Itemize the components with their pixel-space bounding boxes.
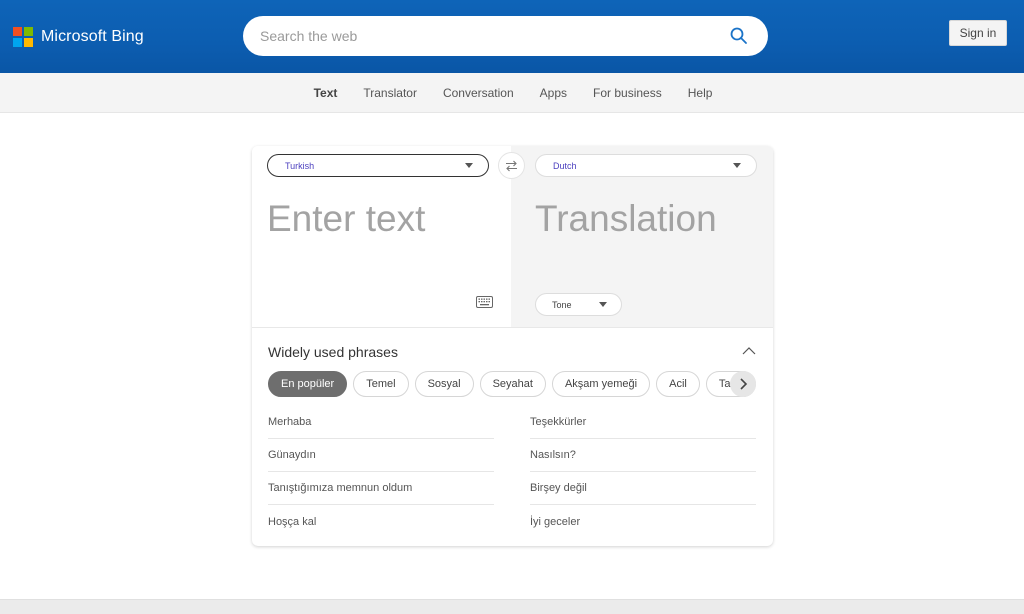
source-text-input[interactable] xyxy=(267,198,502,248)
category-chip[interactable]: Acil xyxy=(656,371,700,397)
bing-logo[interactable]: Microsoft Bing xyxy=(13,27,144,47)
phrase-item[interactable]: Teşekkürler xyxy=(530,406,756,439)
phrases-title: Widely used phrases xyxy=(268,344,398,360)
logo-square-green xyxy=(24,27,33,36)
logo-square-blue xyxy=(13,38,22,47)
nav-tab-translator[interactable]: Translator xyxy=(363,86,417,100)
swap-languages-button[interactable] xyxy=(498,152,525,179)
chevron-down-icon xyxy=(733,163,741,168)
page-footer xyxy=(0,599,1024,614)
translation-output: Translation xyxy=(535,198,717,239)
category-chip[interactable]: En popüler xyxy=(268,371,348,397)
top-header: Microsoft Bing Sign in xyxy=(0,0,1024,73)
nav-tab-for-business[interactable]: For business xyxy=(593,86,662,100)
nav-tab-text[interactable]: Text xyxy=(314,86,338,100)
phrase-item[interactable]: Tanıştığımıza memnun oldum xyxy=(268,472,494,505)
phrase-item[interactable]: Merhaba xyxy=(268,406,494,439)
sign-in-button[interactable]: Sign in xyxy=(949,20,1007,46)
search-icon[interactable] xyxy=(729,26,749,46)
nav-tab-apps[interactable]: Apps xyxy=(540,86,567,100)
chevron-right-icon xyxy=(740,378,748,390)
tone-label: Tone xyxy=(552,299,572,310)
category-chip[interactable]: Sosyal xyxy=(414,371,474,397)
translator-card: Turkish Dutch Translation Tone xyxy=(252,146,773,546)
phrase-categories: En popüler Temel Sosyal Seyahat Akşam ye… xyxy=(268,371,757,397)
search-box xyxy=(243,16,768,56)
microsoft-logo-icon xyxy=(13,27,33,47)
phrase-item[interactable]: İyi geceler xyxy=(530,505,756,538)
chevron-up-icon[interactable] xyxy=(741,345,757,357)
section-divider xyxy=(252,327,773,328)
logo-square-yellow xyxy=(24,38,33,47)
phrase-item[interactable]: Nasılsın? xyxy=(530,439,756,472)
chevron-down-icon xyxy=(465,163,473,168)
swap-arrows-icon xyxy=(506,160,517,171)
brand-name: Microsoft Bing xyxy=(41,28,144,45)
category-chip[interactable]: Seyahat xyxy=(479,371,546,397)
nav-tab-help[interactable]: Help xyxy=(688,86,713,100)
logo-square-red xyxy=(13,27,22,36)
search-input[interactable] xyxy=(260,28,700,44)
phrases-right-column: Teşekkürler Nasılsın? Birşey değil İyi g… xyxy=(530,406,756,538)
category-chip[interactable]: Akşam yemeği xyxy=(551,371,651,397)
translator-nav: Text Translator Conversation Apps For bu… xyxy=(0,73,1024,113)
source-pane: Turkish xyxy=(252,146,511,327)
category-chip[interactable]: Temel xyxy=(353,371,409,397)
target-pane: Dutch Translation Tone xyxy=(511,146,773,327)
categories-next-button[interactable] xyxy=(730,371,756,397)
source-language-label: Turkish xyxy=(285,160,315,171)
tone-select[interactable]: Tone xyxy=(535,293,622,316)
phrase-item[interactable]: Hoşça kal xyxy=(268,505,494,538)
phrase-item[interactable]: Günaydın xyxy=(268,439,494,472)
target-language-label: Dutch xyxy=(553,160,577,171)
phrase-item[interactable]: Birşey değil xyxy=(530,472,756,505)
source-language-select[interactable]: Turkish xyxy=(267,154,489,177)
target-language-select[interactable]: Dutch xyxy=(535,154,757,177)
phrases-left-column: Merhaba Günaydın Tanıştığımıza memnun ol… xyxy=(268,406,494,538)
nav-tab-conversation[interactable]: Conversation xyxy=(443,86,514,100)
keyboard-icon[interactable] xyxy=(476,296,493,308)
chevron-down-icon xyxy=(599,302,607,307)
